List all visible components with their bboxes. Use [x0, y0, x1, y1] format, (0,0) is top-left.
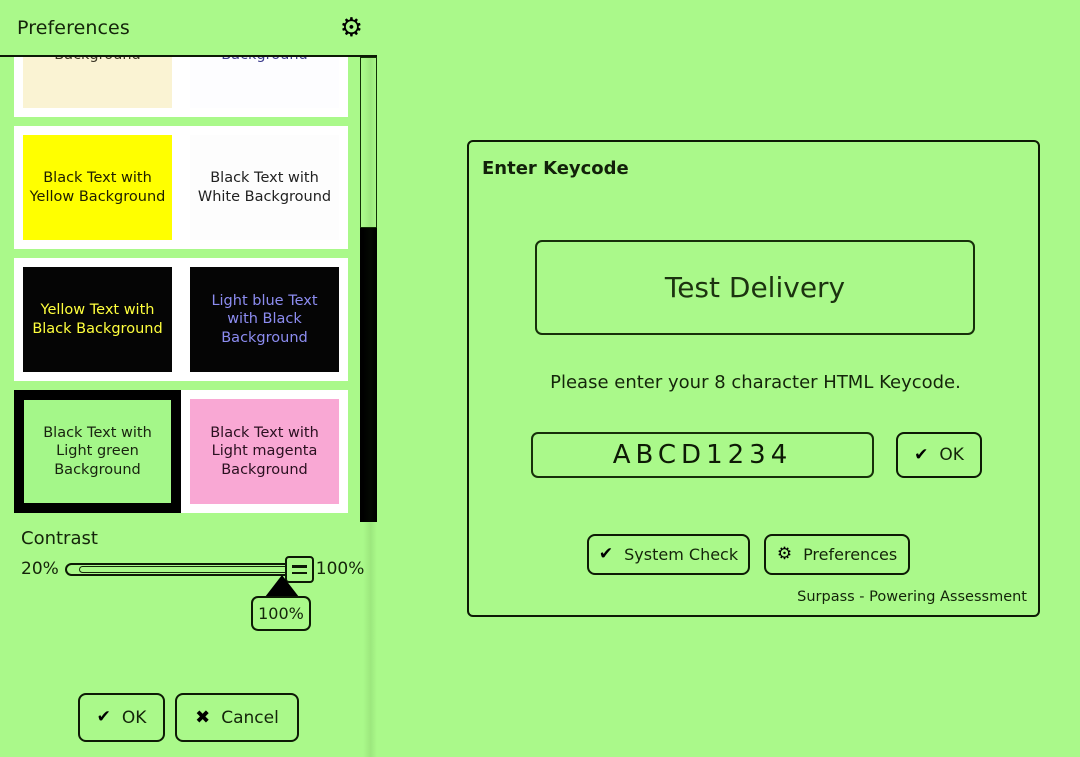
- keycode-input[interactable]: ABCD1234: [531, 432, 874, 478]
- theme-swatch-cream[interactable]: Background: [14, 57, 181, 117]
- preferences-ok-button[interactable]: ✔ OK: [78, 693, 165, 742]
- theme-swatch-label: Light blue Text with Black Background: [190, 267, 339, 372]
- system-check-button[interactable]: ✔ System Check: [587, 534, 750, 575]
- theme-swatch-black-on-lightmagenta[interactable]: Black Text with Light magenta Background: [181, 390, 348, 513]
- preferences-panel: Preferences ⚙ Background Background Blac…: [0, 0, 377, 757]
- theme-swatch-white-blue-text[interactable]: Background: [181, 57, 348, 117]
- contrast-max-label: 100%: [315, 559, 365, 579]
- keycode-instruction: Please enter your 8 character HTML Keyco…: [550, 372, 961, 393]
- thumb-grip-line: [291, 565, 307, 568]
- keycode-ok-label: OK: [939, 445, 964, 465]
- theme-swatch-label: Black Text with Light magenta Background: [190, 399, 339, 504]
- contrast-slider-row: 20% 100%: [21, 556, 377, 583]
- preferences-header: Preferences ⚙: [0, 0, 377, 57]
- theme-swatch-yellow-on-black[interactable]: Yellow Text with Black Background: [14, 258, 181, 381]
- theme-swatch-label: Background: [23, 57, 172, 108]
- check-icon: ✔: [598, 544, 614, 564]
- preferences-title: Preferences: [17, 16, 130, 39]
- thumb-grip-line: [291, 571, 307, 574]
- keycode-dialog: Enter Keycode Test Delivery Please enter…: [467, 140, 1040, 617]
- theme-swatch-label: Background: [190, 57, 339, 108]
- theme-swatch-grid: Background Background Black Text with Ye…: [0, 57, 360, 513]
- close-icon: ✖: [195, 706, 211, 728]
- app-root: Preferences ⚙ Background Background Blac…: [0, 0, 1080, 757]
- preferences-ok-label: OK: [121, 707, 147, 728]
- keycode-input-row: ABCD1234 ✔ OK: [531, 432, 982, 478]
- theme-swatch-scroll-area: Background Background Black Text with Ye…: [0, 57, 360, 522]
- check-icon: ✔: [96, 707, 111, 727]
- preferences-button-label: Preferences: [803, 545, 898, 564]
- preferences-cancel-button[interactable]: ✖ Cancel: [175, 693, 299, 742]
- test-delivery-box: Test Delivery: [535, 240, 975, 335]
- system-check-label: System Check: [624, 545, 739, 564]
- theme-swatch-label: Black Text with White Background: [190, 135, 339, 240]
- preferences-scrollbar[interactable]: [360, 57, 377, 522]
- preferences-button-bar: ✔ OK ✖ Cancel: [78, 693, 299, 742]
- gear-icon: ⚙: [776, 544, 793, 564]
- preferences-scrollbar-thumb[interactable]: [360, 57, 377, 228]
- check-icon: ✔: [914, 444, 929, 465]
- contrast-label: Contrast: [21, 528, 98, 549]
- keycode-dialog-title: Enter Keycode: [482, 158, 629, 179]
- preferences-cancel-label: Cancel: [221, 707, 279, 728]
- contrast-min-label: 20%: [21, 559, 59, 579]
- theme-swatch-label: Yellow Text with Black Background: [23, 267, 172, 372]
- theme-swatch-label: Black Text with Light green Background: [24, 400, 171, 503]
- surpass-footer: Surpass - Powering Assessment: [797, 589, 1027, 605]
- preferences-button[interactable]: ⚙ Preferences: [764, 534, 910, 575]
- theme-swatch-black-on-white[interactable]: Black Text with White Background: [181, 126, 348, 249]
- gear-icon[interactable]: ⚙: [340, 15, 363, 41]
- theme-swatch-black-on-lightgreen-selected[interactable]: Black Text with Light green Background: [14, 390, 181, 513]
- theme-swatch-label: Black Text with Yellow Background: [23, 135, 172, 240]
- contrast-slider-fill: [78, 566, 300, 573]
- contrast-tooltip: 100%: [251, 596, 311, 631]
- contrast-tooltip-arrow: [265, 575, 299, 597]
- keycode-dialog-button-bar: ✔ System Check ⚙ Preferences: [587, 534, 910, 575]
- theme-swatch-black-on-yellow[interactable]: Black Text with Yellow Background: [14, 126, 181, 249]
- contrast-section: Contrast 20% 100%: [0, 528, 377, 583]
- keycode-ok-button[interactable]: ✔ OK: [896, 432, 982, 478]
- theme-swatch-lightblue-on-black[interactable]: Light blue Text with Black Background: [181, 258, 348, 381]
- test-delivery-label: Test Delivery: [664, 271, 846, 304]
